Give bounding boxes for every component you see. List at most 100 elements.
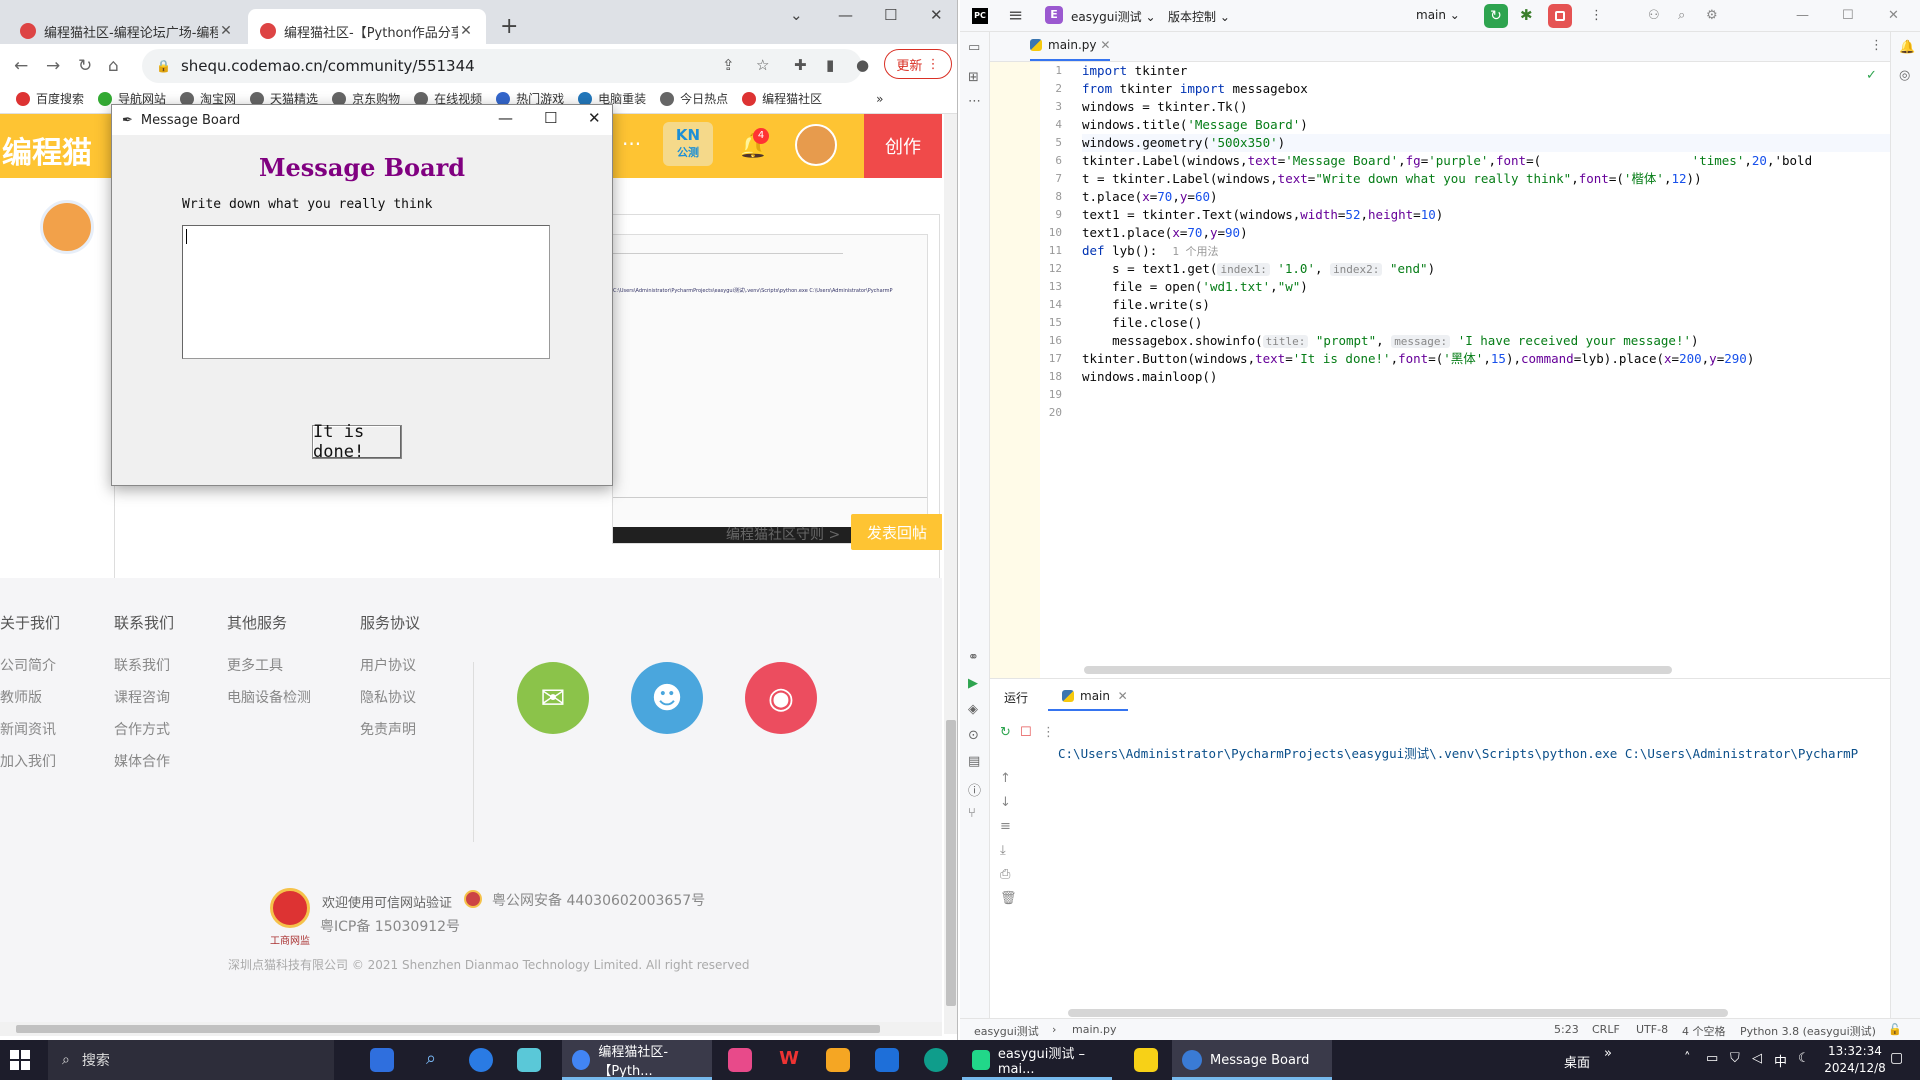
code-line[interactable]: s = text1.get(index1: '1.0', index2: "en…	[1082, 260, 1435, 278]
reload-icon[interactable]: ↻	[78, 56, 92, 76]
code-editor[interactable]: import tkinter from tkinter import messag…	[1082, 62, 1862, 662]
notifications-icon[interactable]: 🔔	[1899, 40, 1915, 55]
app-icon[interactable]	[875, 1048, 899, 1072]
kn-button[interactable]: KN 公测	[663, 122, 713, 166]
services-icon[interactable]: ⊙	[968, 728, 979, 743]
tray-overflow-icon[interactable]: ˄	[1684, 1051, 1691, 1066]
user-icon[interactable]: ⚇	[1648, 8, 1660, 23]
scroll-up-icon[interactable]: ↑	[1000, 771, 1011, 786]
minimize-icon[interactable]: —	[838, 6, 853, 24]
qq-icon[interactable]: ☻	[631, 662, 703, 734]
bookmark-item[interactable]: 编程猫社区	[742, 90, 822, 107]
more-icon[interactable]: ⋮	[1870, 38, 1883, 53]
search-icon[interactable]: ⌕	[1678, 8, 1685, 23]
taskbar-message-board-window[interactable]: Message Board	[1172, 1040, 1332, 1080]
vcs-menu[interactable]: 版本控制 ⌄	[1168, 8, 1230, 25]
icp-text[interactable]: 粤ICP备 15030912号	[320, 916, 460, 936]
tab-search-icon[interactable]: ⌄	[790, 6, 803, 24]
taskbar-search[interactable]: ⌕ 搜索	[48, 1040, 334, 1080]
volume-icon[interactable]: ◁	[1752, 1051, 1762, 1066]
maximize-icon[interactable]: ☐	[1842, 8, 1854, 23]
new-tab-button[interactable]: +	[500, 14, 518, 39]
home-icon[interactable]: ⌂	[108, 56, 119, 76]
minimize-icon[interactable]: —	[1796, 8, 1809, 23]
post-author-avatar[interactable]	[40, 200, 94, 254]
run-tab-main[interactable]: main ✕	[1062, 689, 1128, 703]
code-line[interactable]: file = open('wd1.txt',"w")	[1082, 278, 1308, 296]
footer-link[interactable]: 合作方式	[114, 719, 174, 739]
wechat-icon[interactable]: ✉	[517, 662, 589, 734]
scroll-down-icon[interactable]: ↓	[1000, 795, 1011, 810]
more-icon[interactable]: ···	[622, 132, 641, 156]
footer-link[interactable]: 免责声明	[360, 719, 420, 739]
app-icon[interactable]	[1134, 1048, 1158, 1072]
user-avatar[interactable]	[795, 124, 837, 166]
forward-icon[interactable]: →	[46, 56, 60, 76]
site-logo[interactable]: 编程猫	[2, 128, 92, 172]
scroll-to-end-icon[interactable]: ⤓	[1000, 843, 1006, 858]
close-icon[interactable]: ✕	[1888, 8, 1899, 23]
close-icon[interactable]: ✕	[458, 23, 474, 39]
sidepanel-icon[interactable]: ▮	[826, 56, 834, 74]
layers-icon[interactable]: ◈	[968, 702, 978, 717]
terminal-icon[interactable]: ▤	[968, 754, 980, 769]
stop-button[interactable]	[1548, 4, 1572, 28]
security-icon[interactable]: ⛉	[1730, 1051, 1740, 1066]
footer-link[interactable]: 更多工具	[227, 655, 311, 675]
status-file[interactable]: main.py	[1072, 1023, 1116, 1036]
footer-link[interactable]: 电脑设备检测	[227, 687, 311, 707]
ime-indicator[interactable]: 中	[1774, 1051, 1787, 1070]
search-app-icon[interactable]: ⌕	[419, 1048, 443, 1072]
status-line-separator[interactable]: CRLF	[1592, 1023, 1620, 1036]
project-selector[interactable]: easygui测试 ⌄	[1071, 8, 1156, 25]
settings-icon[interactable]: ⚙	[1706, 8, 1718, 23]
code-line[interactable]: from tkinter import messagebox	[1082, 80, 1308, 98]
code-line[interactable]: windows.geometry('500x350')	[1082, 134, 1285, 152]
close-icon[interactable]: ✕	[588, 109, 601, 127]
footer-link[interactable]: 加入我们	[0, 751, 60, 771]
soft-wrap-icon[interactable]: ≡	[1000, 819, 1011, 834]
more-icon[interactable]: ⋮	[1590, 8, 1603, 23]
share-icon[interactable]: ⇪	[722, 56, 735, 74]
tk-done-button[interactable]: It is done!	[312, 422, 402, 462]
taskbar-pycharm-window[interactable]: easygui测试 – mai...	[962, 1040, 1112, 1080]
ime-mode-icon[interactable]: ☾	[1798, 1051, 1810, 1066]
edge-icon[interactable]	[924, 1048, 948, 1072]
code-line[interactable]: file.write(s)	[1082, 296, 1210, 314]
print-icon[interactable]: ⎙	[1000, 867, 1010, 882]
git-icon[interactable]: ⑂	[968, 806, 976, 821]
bookmark-star-icon[interactable]: ☆	[756, 56, 769, 74]
scrollbar-thumb[interactable]	[946, 720, 956, 1006]
more-bookmarks-button[interactable]: »	[876, 92, 883, 106]
main-menu-icon[interactable]: ≡	[1008, 5, 1023, 26]
python-packages-icon[interactable]: ⚭	[968, 650, 979, 665]
run-config-selector[interactable]: main ⌄	[1416, 8, 1460, 22]
code-line[interactable]: windows.title('Message Board')	[1082, 116, 1308, 134]
tk-titlebar[interactable]: ✒ Message Board	[112, 105, 612, 135]
more-icon[interactable]: ⋯	[968, 94, 981, 109]
code-line[interactable]: t.place(x=70,y=60)	[1082, 188, 1218, 206]
rerun-icon[interactable]: ↻	[1000, 725, 1011, 740]
footer-link[interactable]: 媒体合作	[114, 751, 174, 771]
editor-horizontal-scrollbar[interactable]	[1084, 666, 1672, 674]
reply-button[interactable]: 发表回帖	[851, 514, 942, 550]
debug-icon[interactable]: ✱	[1520, 6, 1533, 24]
bookmark-item[interactable]: 今日热点	[660, 90, 728, 107]
extensions-icon[interactable]: ✚	[794, 56, 807, 74]
footer-link[interactable]: 用户协议	[360, 655, 420, 675]
chevron-icon[interactable]: »	[1604, 1046, 1612, 1061]
profile-icon[interactable]: ●	[856, 56, 869, 74]
problems-icon[interactable]: ⓘ	[968, 780, 981, 799]
app-icon[interactable]	[517, 1048, 541, 1072]
trash-icon[interactable]: 🗑	[1000, 891, 1017, 906]
code-line[interactable]: tkinter.Label(windows,text='Message Boar…	[1082, 152, 1812, 170]
footer-link[interactable]: 隐私协议	[360, 687, 420, 707]
code-line[interactable]: windows.mainloop()	[1082, 368, 1217, 386]
wps-icon[interactable]: W	[777, 1048, 801, 1072]
back-icon[interactable]: ←	[14, 56, 28, 76]
start-button[interactable]	[10, 1050, 30, 1070]
scrollbar-thumb[interactable]	[16, 1025, 880, 1033]
structure-icon[interactable]: ⊞	[968, 70, 979, 85]
community-rules-link[interactable]: 编程猫社区守则 >	[726, 524, 840, 544]
footer-link[interactable]: 联系我们	[114, 655, 174, 675]
